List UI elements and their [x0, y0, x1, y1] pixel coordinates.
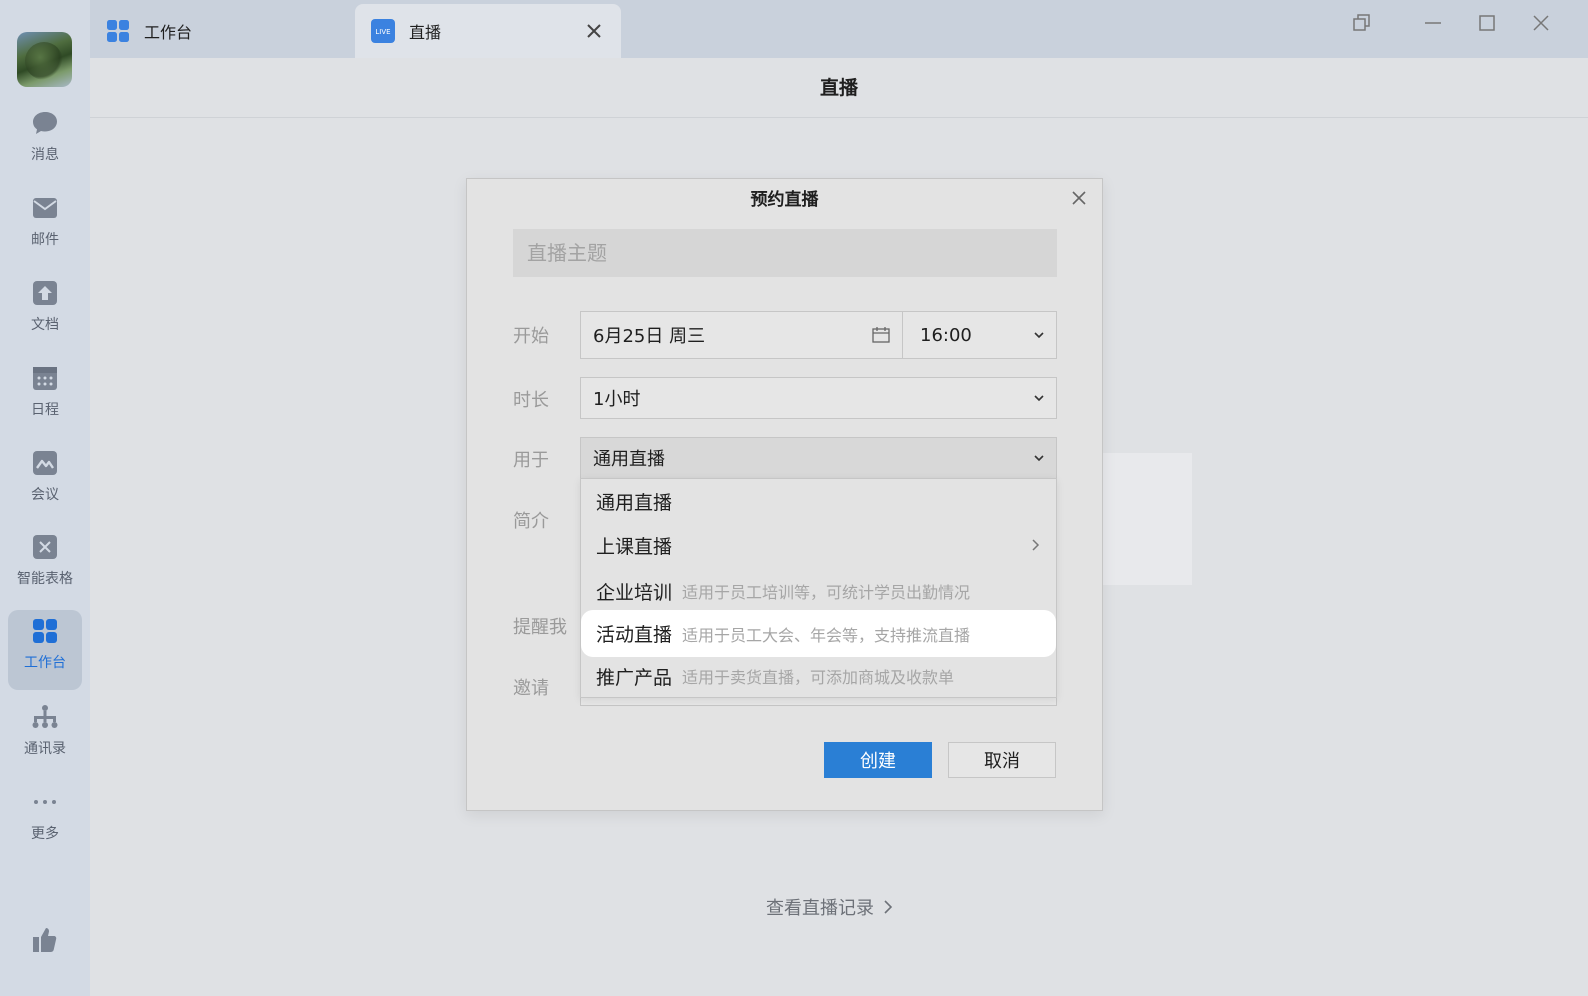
workbench-icon [107, 20, 129, 42]
sidebar-item-label: 智能表格 [17, 571, 73, 587]
sidebar: 消息 邮件 文档 日程 会议 智能表格 工作台 通讯录 更多 [0, 0, 90, 996]
intro-label: 简介 [513, 511, 549, 532]
start-label: 开始 [513, 326, 549, 347]
minimize-icon[interactable] [1420, 10, 1446, 36]
start-date-picker[interactable]: 6月25日 周三 [580, 311, 903, 359]
history-link-label: 查看直播记录 [766, 898, 874, 919]
window-close-icon[interactable] [1528, 10, 1554, 36]
document-icon [33, 281, 57, 305]
workbench-icon [33, 619, 57, 643]
option-description: 适用于卖货直播，可添加商城及收款单 [682, 668, 955, 687]
chevron-down-icon [1034, 455, 1044, 462]
option-description: 适用于员工大会、年会等，支持推流直播 [682, 625, 971, 645]
close-icon[interactable] [583, 20, 605, 42]
popout-icon[interactable] [1348, 10, 1374, 36]
chevron-down-icon [1034, 332, 1044, 339]
start-time-select[interactable]: 16:00 [902, 311, 1057, 359]
create-button[interactable]: 创建 [824, 742, 932, 778]
usage-value: 通用直播 [593, 449, 665, 470]
contacts-icon [32, 705, 58, 728]
option-label: 上课直播 [596, 535, 673, 558]
sidebar-item-label: 消息 [31, 147, 59, 163]
sidebar-item-messages[interactable]: 消息 [0, 108, 90, 188]
dialog-title: 预约直播 [750, 190, 819, 210]
chevron-right-icon [884, 900, 893, 914]
remind-label: 提醒我 [513, 617, 567, 638]
svg-text:LIVE: LIVE [375, 28, 390, 36]
tab-live[interactable]: LIVE 直播 [355, 4, 621, 58]
sidebar-item-label: 会议 [31, 487, 59, 503]
usage-label: 用于 [513, 450, 549, 471]
option-event-live[interactable]: 活动直播 适用于员工大会、年会等，支持推流直播 [581, 610, 1056, 657]
tab-label: 直播 [409, 23, 442, 42]
option-class-live[interactable]: 上课直播 [581, 524, 1056, 566]
maximize-icon[interactable] [1474, 10, 1500, 36]
background-card [1102, 453, 1192, 585]
usage-select[interactable]: 通用直播 [580, 437, 1057, 479]
thumbs-up-icon[interactable] [29, 925, 59, 955]
mail-icon [33, 198, 57, 218]
sidebar-item-mail[interactable]: 邮件 [0, 193, 90, 273]
duration-select[interactable]: 1小时 [580, 377, 1057, 419]
chevron-down-icon [1034, 395, 1044, 402]
tab-label: 工作台 [144, 23, 193, 42]
avatar[interactable] [17, 32, 72, 87]
option-description: 适用于员工培训等，可统计学员出勤情况 [682, 583, 971, 602]
meeting-icon [33, 451, 57, 475]
duration-label: 时长 [513, 390, 549, 411]
sidebar-item-label: 更多 [31, 826, 59, 842]
tab-workbench[interactable]: 工作台 [90, 4, 354, 58]
option-label: 通用直播 [596, 491, 673, 514]
option-corporate-training[interactable]: 企业培训 适用于员工培训等，可统计学员出勤情况 [581, 570, 1056, 612]
duration-value: 1小时 [593, 389, 641, 410]
option-general-live[interactable]: 通用直播 [581, 480, 1056, 522]
sidebar-item-workbench[interactable]: 工作台 [8, 610, 82, 690]
more-icon [34, 800, 56, 804]
option-label: 活动直播 [596, 624, 673, 646]
smart-sheet-icon [33, 535, 57, 559]
option-label: 推广产品 [596, 666, 673, 689]
close-icon[interactable] [1068, 187, 1090, 209]
sidebar-item-calendar[interactable]: 日程 [0, 363, 90, 443]
sidebar-item-label: 工作台 [24, 655, 66, 671]
sidebar-item-smart-sheet[interactable]: 智能表格 [0, 532, 90, 612]
live-icon: LIVE [371, 19, 395, 43]
sidebar-item-contacts[interactable]: 通讯录 [0, 702, 90, 782]
chat-bubble-icon [33, 112, 57, 134]
option-promote-product[interactable]: 推广产品 适用于卖货直播，可添加商城及收款单 [581, 655, 1056, 697]
start-date-value: 6月25日 周三 [593, 326, 706, 347]
sidebar-item-meeting[interactable]: 会议 [0, 448, 90, 528]
calendar-icon [33, 367, 57, 390]
sidebar-item-label: 文档 [31, 317, 59, 333]
schedule-live-dialog: 预约直播 开始 6月25日 周三 16:00 时长 1小时 用于 通用直播 简介… [466, 178, 1103, 811]
start-time-value: 16:00 [920, 324, 972, 346]
chevron-right-icon [1032, 539, 1040, 551]
view-live-history-link[interactable]: 查看直播记录 [766, 894, 894, 920]
cancel-button[interactable]: 取消 [948, 742, 1056, 778]
usage-dropdown-menu: 通用直播 上课直播 企业培训 适用于员工培训等，可统计学员出勤情况 活动直播 适… [580, 478, 1057, 698]
sidebar-item-label: 通讯录 [24, 741, 66, 757]
sidebar-item-label: 日程 [31, 402, 59, 418]
live-topic-input[interactable] [513, 229, 1057, 277]
tab-bar: 工作台 LIVE 直播 [90, 0, 1588, 58]
calendar-icon [872, 327, 890, 343]
invite-field[interactable] [580, 698, 1057, 706]
page-title: 直播 [90, 58, 1588, 118]
sidebar-item-more[interactable]: 更多 [0, 787, 90, 867]
option-label: 企业培训 [596, 581, 673, 604]
sidebar-item-docs[interactable]: 文档 [0, 278, 90, 358]
sidebar-item-label: 邮件 [31, 232, 59, 248]
invite-label: 邀请 [513, 678, 549, 699]
